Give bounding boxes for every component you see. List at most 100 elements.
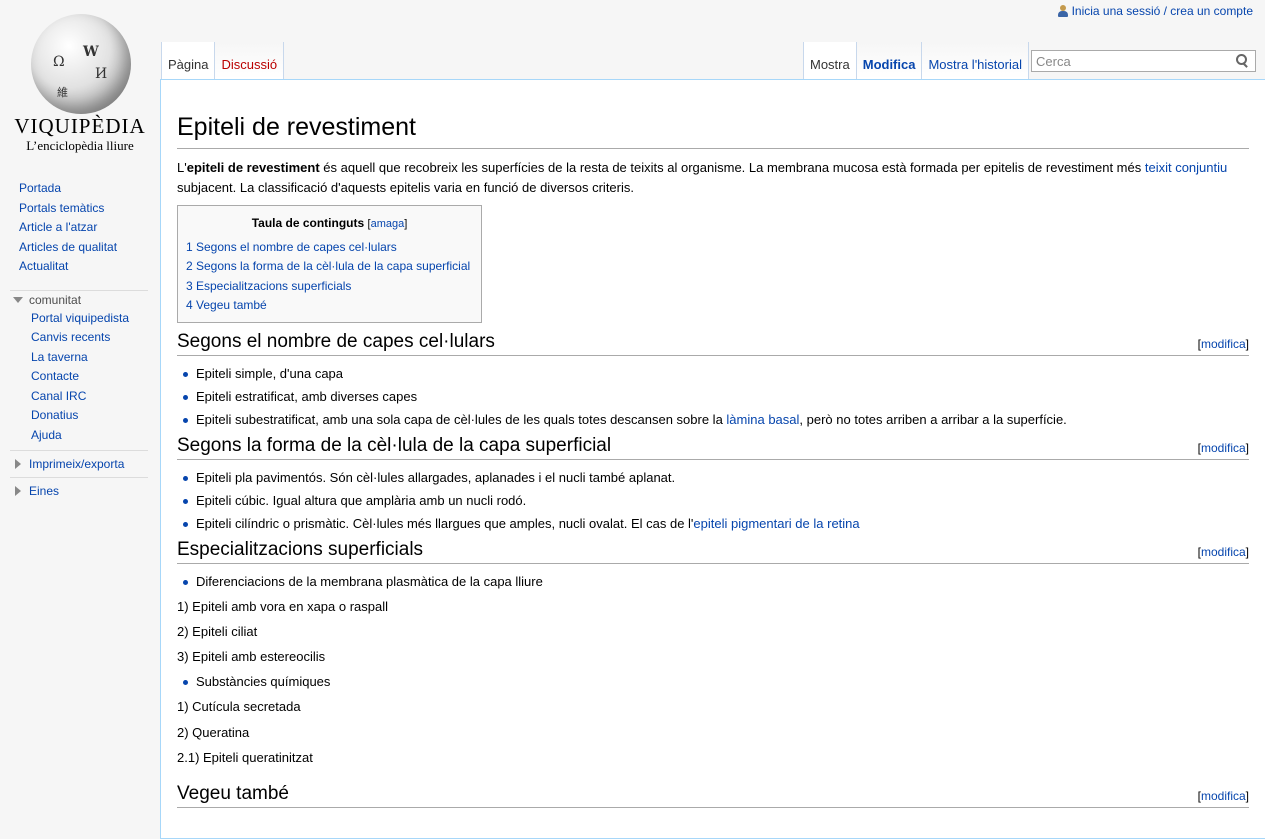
tab-view-label: Mostra: [810, 57, 850, 72]
toc-title-text: Taula de continguts: [251, 216, 365, 230]
chevron-right-icon: [15, 459, 21, 469]
portal-print-heading[interactable]: Imprimeix/exporta: [29, 457, 124, 471]
toc-item[interactable]: 2 Segons la forma de la cèl·lula de la c…: [186, 259, 470, 273]
sidebar-item-portal-viquipedista[interactable]: Portal viquipedista: [31, 311, 129, 325]
portal-tools-toggle[interactable]: Eines: [10, 477, 148, 504]
intro-bold: epiteli de revestiment: [186, 160, 320, 175]
sidebar-item-donate[interactable]: Donatius: [31, 408, 78, 422]
sidebar-navigation: Portada Portals temàtics Article a l'atz…: [0, 180, 160, 278]
edit-section-link[interactable]: modifica: [1201, 337, 1246, 351]
bullet-list: Diferenciacions de la membrana plasmàtic…: [177, 572, 1249, 595]
paragraph-line: 2) Epiteli ciliat: [177, 623, 258, 639]
intro-text: és aquell que recobreix les superfícies …: [319, 160, 1145, 175]
portal-community-toggle[interactable]: comunitat: [10, 289, 148, 310]
sidebar-item-help[interactable]: Ajuda: [31, 428, 62, 442]
toc-hide-link[interactable]: amaga: [371, 218, 405, 230]
list-item-text: Epiteli pla pavimentós. Són cèl·lules al…: [196, 469, 676, 485]
paragraph-line: 1) Epiteli amb vora en xapa o raspall: [177, 598, 389, 614]
toc-item[interactable]: 1 Segons el nombre de capes cel·lulars: [186, 240, 397, 254]
link-epiteli-pigmentari[interactable]: epiteli pigmentari de la retina: [693, 516, 859, 531]
portal-community-heading: comunitat: [29, 293, 82, 307]
tab-discussion-label: Discussió: [221, 57, 278, 72]
intro-paragraph: L'epiteli de revestiment és aquell que r…: [177, 158, 1249, 198]
sidebar-item-random[interactable]: Article a l'atzar: [19, 220, 97, 234]
chevron-down-icon: [13, 297, 23, 303]
sidebar-item-contact[interactable]: Contacte: [31, 369, 79, 383]
section-heading: Vegeu també [modifica]: [177, 781, 1249, 809]
page-title: Epiteli de revestiment: [177, 112, 1249, 149]
list-item: Epiteli simple, d'una capa: [183, 364, 1249, 387]
link-teixit-conjuntiu[interactable]: teixit conjuntiu: [1145, 160, 1227, 175]
globe-glyph: 維: [57, 86, 68, 99]
tab-edit[interactable]: Modifica: [856, 42, 923, 79]
tab-page[interactable]: Pàgina: [161, 42, 216, 79]
sidebar-item-news[interactable]: Actualitat: [19, 259, 68, 273]
edit-section-link[interactable]: modifica: [1201, 545, 1246, 559]
toc-item[interactable]: 4 Vegeu també: [186, 298, 267, 312]
bullet-list: Substàncies químiques: [177, 672, 1249, 695]
list-item: Epiteli pla pavimentós. Són cèl·lules al…: [183, 468, 1249, 491]
sidebar: Portada Portals temàtics Article a l'atz…: [0, 180, 160, 504]
list-item-text: Epiteli estratificat, amb diverses capes: [196, 388, 418, 404]
globe-glyph: W: [83, 44, 99, 60]
search-box: [1031, 50, 1256, 72]
edit-section-link[interactable]: modifica: [1201, 789, 1246, 803]
bullet-list: Epiteli simple, d'una capa Epiteli estra…: [177, 364, 1249, 433]
toc-item[interactable]: 3 Especialitzacions superficials: [186, 279, 351, 293]
section-heading: Especialitzacions superficials [modifica]: [177, 537, 1249, 564]
list-item-text: Epiteli simple, d'una capa: [196, 365, 344, 381]
personal-tools: Inicia una sessió / crea un compte: [1057, 4, 1253, 18]
logo-tagline: L’enciclopèdia lliure: [26, 138, 134, 153]
list-item-text: Diferenciacions de la membrana plasmàtic…: [196, 573, 543, 589]
list-item: Epiteli subestratificat, amb una sola ca…: [183, 410, 1249, 433]
sidebar-item-recent-changes[interactable]: Canvis recents: [31, 330, 110, 344]
globe-glyph: И: [95, 66, 108, 82]
table-of-contents: Taula de continguts [amaga] 1 Segons el …: [177, 205, 482, 323]
section-edit: [modifica]: [1197, 336, 1249, 351]
section-edit: [modifica]: [1197, 789, 1249, 804]
tab-history-label: Mostra l'historial: [928, 57, 1022, 72]
list-item: Epiteli estratificat, amb diverses capes: [183, 387, 1249, 410]
namespace-tabs: Pàgina Discussió: [161, 42, 285, 79]
paragraph-line: 3) Epiteli amb estereocilis: [177, 649, 326, 665]
tab-view[interactable]: Mostra: [803, 42, 857, 79]
paragraph-line: 1) Cutícula secretada: [177, 699, 301, 715]
section-edit: [modifica]: [1197, 440, 1249, 455]
list-item-text: Epiteli cúbic. Igual altura que amplària…: [196, 492, 527, 508]
paragraph-line: 2.1) Epiteli queratinitzat: [177, 749, 313, 765]
sidebar-item-quality[interactable]: Articles de qualitat: [19, 240, 117, 254]
list-item-text: Substàncies químiques: [196, 674, 331, 690]
list-item: Epiteli cilíndric o prismàtic. Cèl·lules…: [183, 514, 1249, 537]
portal-print-toggle[interactable]: Imprimeix/exporta: [10, 450, 148, 477]
edit-section-link[interactable]: modifica: [1201, 441, 1246, 455]
bullet-list: Epiteli pla pavimentós. Són cèl·lules al…: [177, 468, 1249, 537]
globe-glyph: Ω: [53, 54, 65, 70]
sidebar-item-portals[interactable]: Portals temàtics: [19, 201, 104, 215]
paragraph-line: 2) Queratina: [177, 724, 250, 740]
section-heading: Segons el nombre de capes cel·lulars [mod…: [177, 329, 1249, 356]
list-item: Diferenciacions de la membrana plasmàtic…: [183, 572, 1249, 595]
site-logo[interactable]: Ω W И 維 VIQUIPÈDIA L’enciclopèdia lliure: [10, 10, 150, 160]
section-heading: Segons la forma de la cèl·lula de la cap…: [177, 433, 1249, 460]
section-title: Vegeu també: [177, 783, 289, 805]
tab-history[interactable]: Mostra l'historial: [922, 42, 1029, 79]
logo-wordmark: VIQUIPÈDIA: [14, 114, 146, 138]
search-icon[interactable]: [1233, 52, 1251, 70]
list-item: Substàncies químiques: [183, 672, 1249, 695]
sidebar-item-taverna[interactable]: La taverna: [31, 350, 88, 364]
toc-title: Taula de continguts [amaga]: [186, 214, 473, 235]
tab-page-label: Pàgina: [168, 57, 209, 72]
user-icon: [1057, 5, 1068, 17]
tab-discussion[interactable]: Discussió: [215, 42, 285, 79]
sidebar-community: Portal viquipedista Canvis recents La ta…: [0, 310, 160, 447]
sidebar-item-portada[interactable]: Portada: [19, 181, 61, 195]
article-content: Epiteli de revestiment L'epiteli de reve…: [160, 79, 1265, 839]
puzzle-globe-icon: Ω W И 維: [31, 14, 131, 114]
portal-tools-heading[interactable]: Eines: [29, 484, 59, 498]
sidebar-item-irc[interactable]: Canal IRC: [31, 389, 86, 403]
view-tabs: Mostra Modifica Mostra l'historial: [803, 42, 1029, 79]
section-title: Especialitzacions superficials: [177, 538, 424, 560]
link-lamina-basal[interactable]: làmina basal: [726, 412, 799, 427]
login-link[interactable]: Inicia una sessió / crea un compte: [1072, 4, 1253, 18]
search-input[interactable]: [1032, 53, 1233, 69]
